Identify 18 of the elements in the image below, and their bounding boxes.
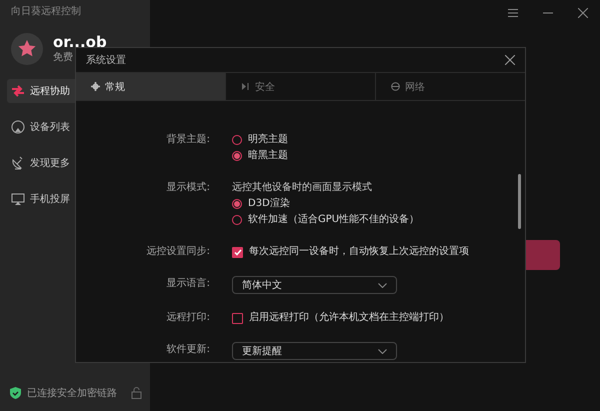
option-label: D3D渲染 [248, 196, 290, 211]
app-title: 向日葵远程控制 [10, 5, 82, 19]
setting-label: 远程打印: [166, 310, 210, 325]
option-label: 每次远控同一设备时，自动恢复上次远控的设置项 [249, 244, 469, 259]
setting-label: 显示模式: [166, 180, 210, 195]
dialog-title: 系统设置 [86, 54, 126, 67]
setting-label: 背景主题: [166, 132, 210, 147]
option-label: 软件加速（适合GPU性能不佳的设备） [248, 212, 420, 227]
plan-label: 免费 [53, 51, 73, 65]
setting-label: 软件更新: [166, 342, 210, 357]
user-name: or...ob [53, 33, 107, 51]
option-label: 暗黑主题 [248, 148, 288, 163]
connection-status: 已连接安全加密链路 [27, 386, 117, 400]
setting-label: 远控设置同步: [146, 244, 210, 259]
setting-label: 显示语言: [166, 276, 210, 291]
option-label: 明亮主题 [248, 132, 288, 147]
option-label: 启用远程打印（允许本机文档在主控端打印） [249, 310, 449, 325]
setting-description: 远控其他设备时的画面显示模式 [232, 180, 373, 195]
